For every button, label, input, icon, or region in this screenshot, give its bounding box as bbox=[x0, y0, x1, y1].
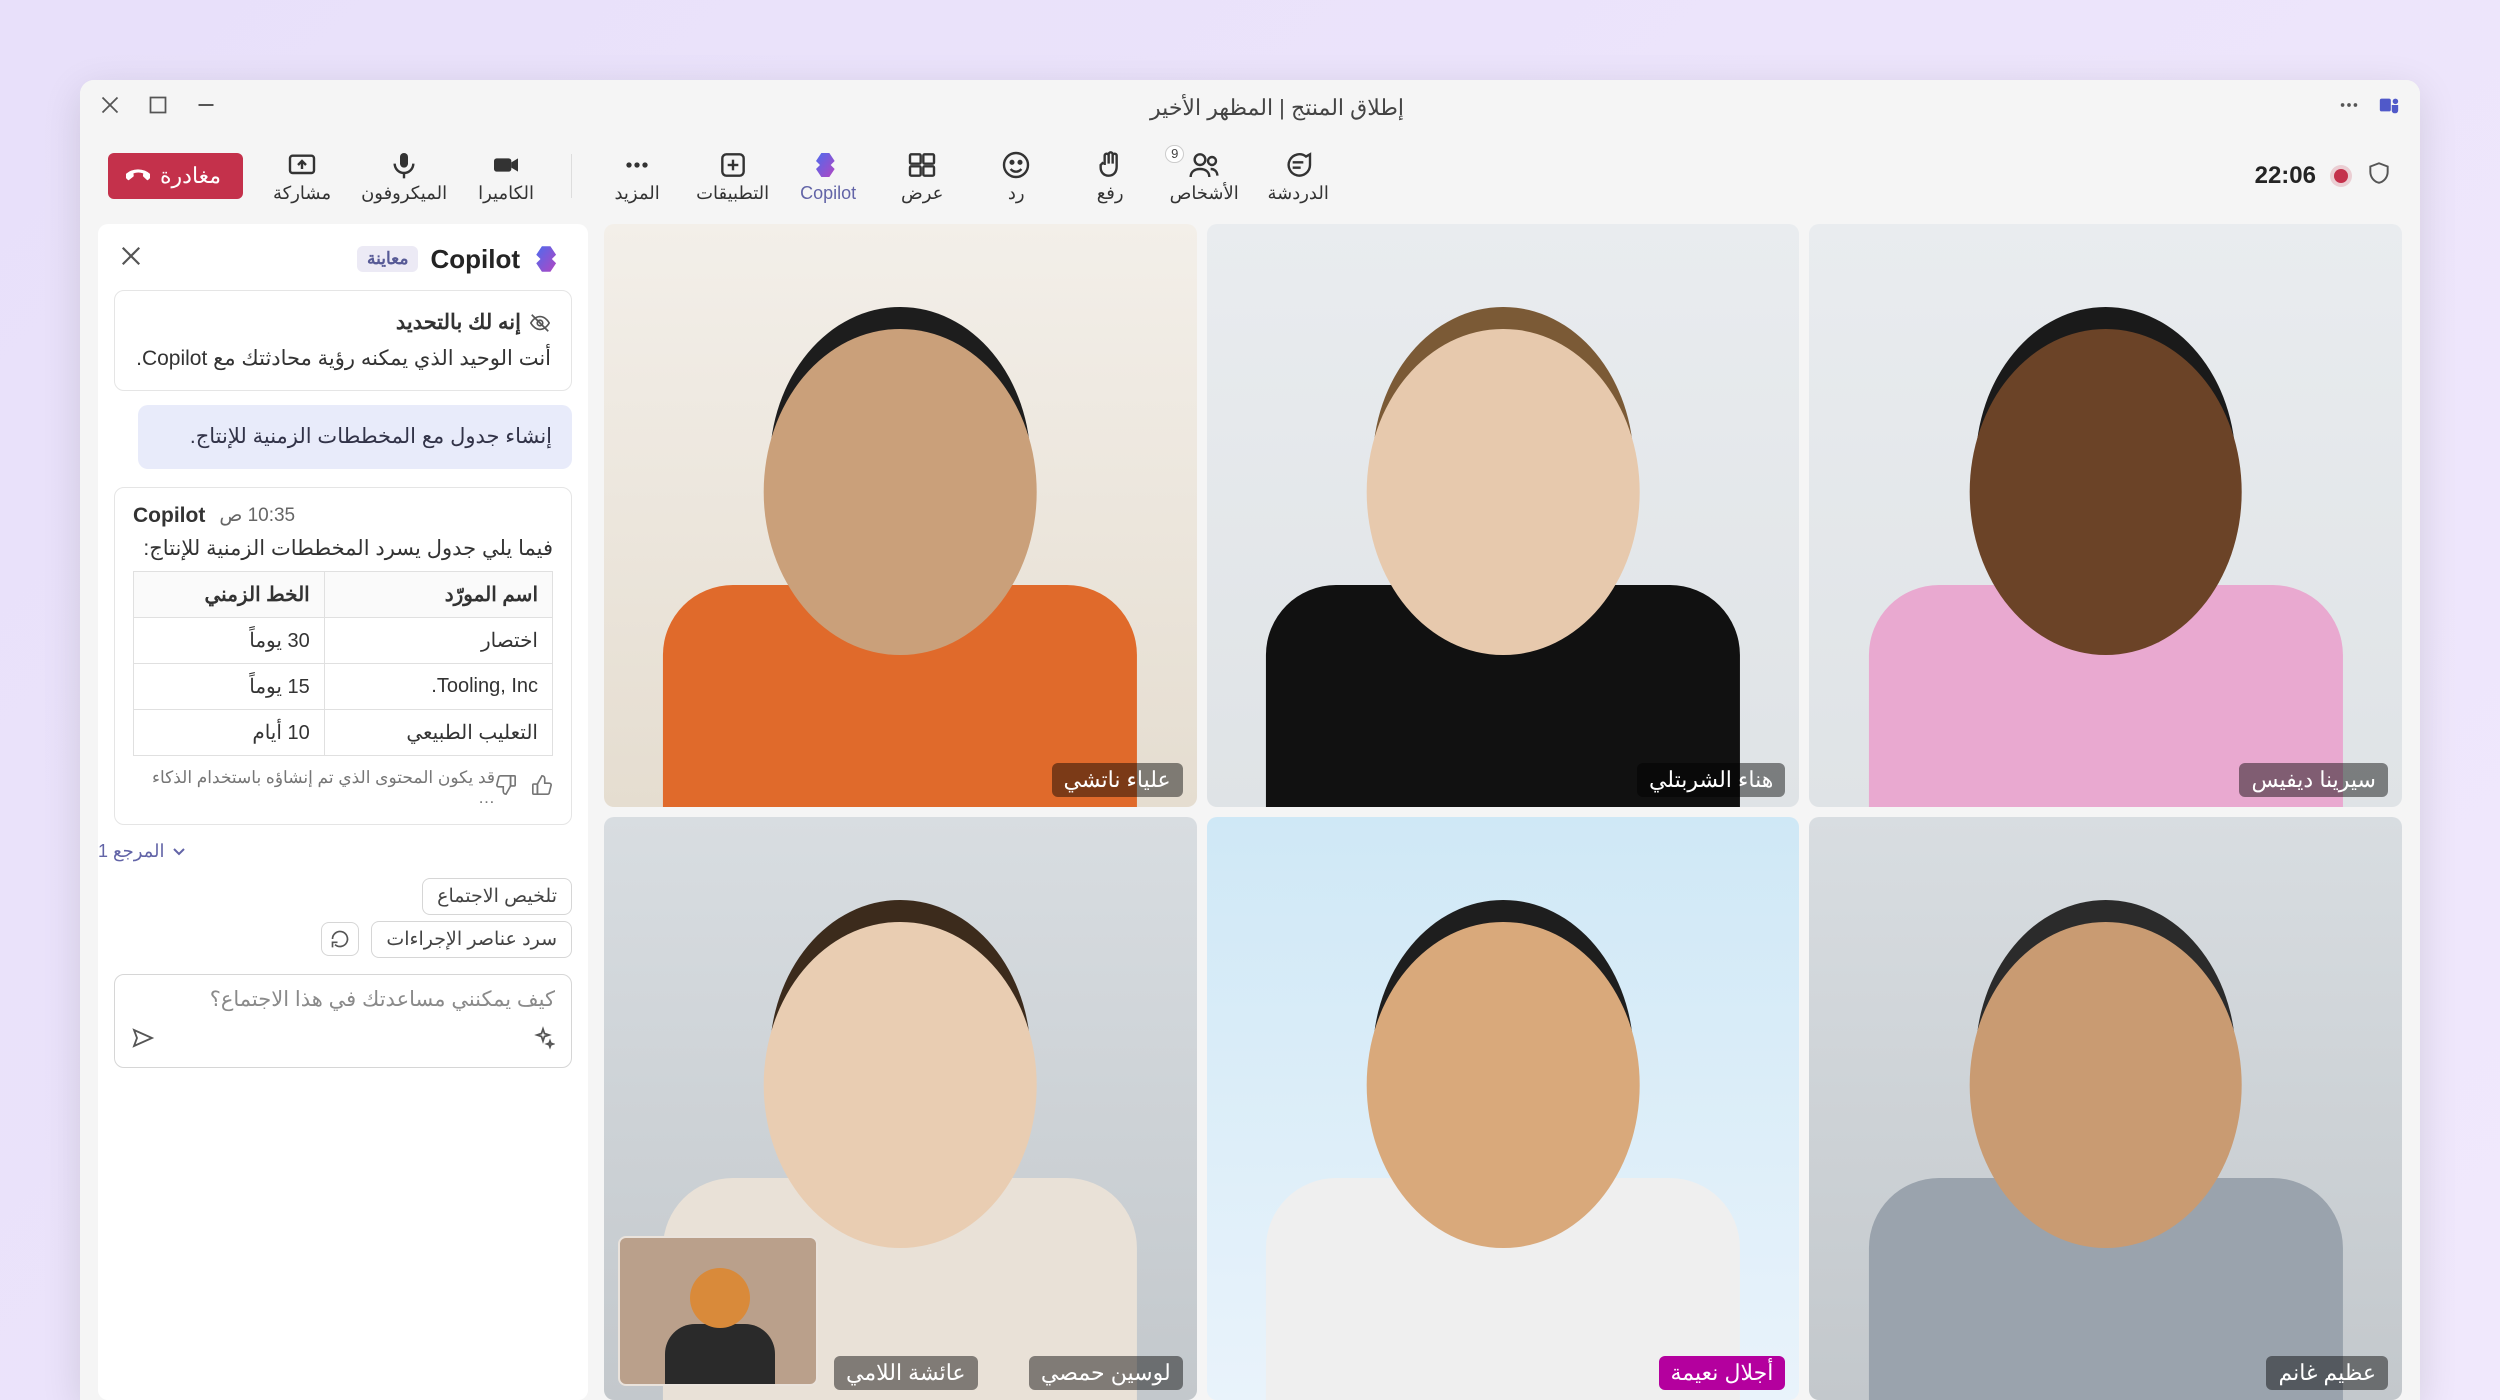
sparkle-prompt-icon[interactable] bbox=[531, 1026, 555, 1057]
copilot-toolbar-button[interactable]: Copilot bbox=[793, 149, 863, 204]
panel-close-icon[interactable] bbox=[120, 245, 142, 274]
participant-avatar bbox=[1809, 224, 2402, 807]
participant-avatar bbox=[604, 224, 1197, 807]
bot-intro-text: فيما يلي جدول يسرد المخططات الزمنية للإن… bbox=[133, 536, 553, 561]
window-minimize-icon[interactable] bbox=[196, 94, 216, 122]
composer-placeholder: كيف يمكنني مساعدتك في هذا الاجتماع؟ bbox=[131, 987, 555, 1012]
table-header-supplier: اسم المورّد bbox=[324, 571, 552, 617]
video-grid: علياء ناتشي هناء الشربتلي سيرينا ديفيس عائش… bbox=[598, 224, 2420, 1400]
eye-off-icon bbox=[529, 312, 551, 334]
thumbs-up-icon[interactable] bbox=[531, 774, 553, 801]
react-button[interactable]: رد bbox=[981, 149, 1051, 204]
video-tile[interactable]: عظيم غانم bbox=[1809, 817, 2402, 1400]
refresh-suggestions-icon[interactable] bbox=[321, 922, 359, 956]
user-prompt-bubble: إنشاء جدول مع المخططات الزمنية للإنتاج. bbox=[138, 405, 572, 469]
table-row: Tooling, Inc.15 يوماً bbox=[134, 663, 553, 709]
video-tile[interactable]: أجلال نعيمة bbox=[1207, 817, 1800, 1400]
participant-avatar bbox=[1207, 224, 1800, 807]
titlebar: إطلاق المنتج | المظهر الأخير bbox=[80, 80, 2420, 136]
camera-button[interactable]: الكاميرا bbox=[471, 149, 541, 204]
window-close-icon[interactable] bbox=[100, 94, 120, 122]
copilot-panel: Copilot معاينة إنه لك بالتحديد أنت الوحي… bbox=[98, 224, 588, 1400]
send-icon[interactable] bbox=[131, 1026, 155, 1057]
meeting-title: إطلاق المنتج | المظهر الأخير bbox=[216, 95, 2338, 121]
info-body: أنت الوحيد الذي يمكنه رؤية محادثتك مع Co… bbox=[135, 343, 551, 375]
video-tile[interactable]: علياء ناتشي bbox=[604, 224, 1197, 807]
chat-button[interactable]: الدردشة bbox=[1263, 149, 1333, 204]
participant-name-label: أجلال نعيمة bbox=[1659, 1356, 1786, 1390]
message-timestamp: 10:35 ص bbox=[219, 504, 295, 527]
composer[interactable]: كيف يمكنني مساعدتك في هذا الاجتماع؟ bbox=[114, 974, 572, 1068]
toolbar-separator bbox=[571, 154, 572, 198]
view-button[interactable]: عرض bbox=[887, 149, 957, 204]
window-maximize-icon[interactable] bbox=[148, 94, 168, 122]
thumbs-down-icon[interactable] bbox=[495, 774, 517, 801]
copilot-logo-icon bbox=[532, 242, 566, 276]
participant-name-label: عظيم غانم bbox=[2266, 1356, 2388, 1390]
more-button[interactable]: المزيد bbox=[602, 149, 672, 204]
meeting-toolbar: مغادرة مشاركة الميكروفون الكاميرا المزيد bbox=[80, 136, 2420, 224]
apps-button[interactable]: التطبيقات bbox=[696, 149, 769, 204]
production-timeline-table: اسم المورّد الخط الزمني اختصار30 يوماًTo… bbox=[133, 571, 553, 756]
share-button[interactable]: مشاركة bbox=[267, 149, 337, 204]
copilot-panel-title: Copilot bbox=[430, 244, 520, 275]
teams-app-icon bbox=[2378, 94, 2400, 123]
privacy-info-card: إنه لك بالتحديد أنت الوحيد الذي يمكنه رؤ… bbox=[114, 290, 572, 391]
table-row: التعليب الطبيعي10 أيام bbox=[134, 709, 553, 755]
table-header-timeline: الخط الزمني bbox=[134, 571, 325, 617]
video-tile[interactable]: سيرينا ديفيس bbox=[1809, 224, 2402, 807]
bot-name: Copilot bbox=[133, 504, 205, 528]
video-tile[interactable]: هناء الشربتلي bbox=[1207, 224, 1800, 807]
copilot-response: 10:35 ص Copilot فيما يلي جدول يسرد المخط… bbox=[114, 487, 572, 825]
people-count-badge: 9 bbox=[1165, 145, 1184, 163]
preview-badge: معاينة bbox=[357, 246, 418, 272]
people-button[interactable]: 9 الأشخاص bbox=[1169, 149, 1239, 204]
participant-avatar bbox=[1207, 817, 1800, 1400]
table-row: اختصار30 يوماً bbox=[134, 617, 553, 663]
leave-button[interactable]: مغادرة bbox=[108, 153, 243, 199]
leave-label: مغادرة bbox=[160, 163, 221, 189]
chevron-down-icon bbox=[171, 843, 187, 859]
participant-name-label: هناء الشربتلي bbox=[1637, 763, 1785, 797]
recording-indicator-icon bbox=[2334, 169, 2348, 183]
more-ellipsis-icon[interactable] bbox=[2338, 94, 2360, 123]
reference-toggle[interactable]: المرجع 1 bbox=[98, 841, 568, 862]
participant-name-label: لوسين حمصي bbox=[1029, 1356, 1183, 1390]
ai-disclaimer: قد يكون المحتوى الذي تم إنشاؤه باستخدام … bbox=[133, 768, 495, 808]
raise-hand-button[interactable]: رفع bbox=[1075, 149, 1145, 204]
meeting-body: Copilot معاينة إنه لك بالتحديد أنت الوحي… bbox=[80, 224, 2420, 1400]
chip-summarize-meeting[interactable]: تلخيص الاجتماع bbox=[422, 878, 572, 915]
self-view-pip[interactable] bbox=[618, 1236, 818, 1386]
app-window: إطلاق المنتج | المظهر الأخير مغادرة مشار… bbox=[80, 80, 2420, 1400]
video-tile[interactable]: عائشة اللامي لوسين حمصي bbox=[604, 817, 1197, 1400]
participant-name-label: علياء ناتشي bbox=[1052, 763, 1183, 797]
info-title: إنه لك بالتحديد bbox=[396, 307, 521, 339]
participant-name-label: عائشة اللامي bbox=[834, 1356, 978, 1390]
participant-avatar bbox=[1809, 817, 2402, 1400]
mic-button[interactable]: الميكروفون bbox=[361, 149, 447, 204]
recording-timer: 22:06 bbox=[2255, 162, 2316, 190]
chip-list-action-items[interactable]: سرد عناصر الإجراءات bbox=[371, 921, 572, 958]
privacy-shield-icon[interactable] bbox=[2366, 160, 2392, 193]
participant-name-label: سيرينا ديفيس bbox=[2239, 763, 2388, 797]
